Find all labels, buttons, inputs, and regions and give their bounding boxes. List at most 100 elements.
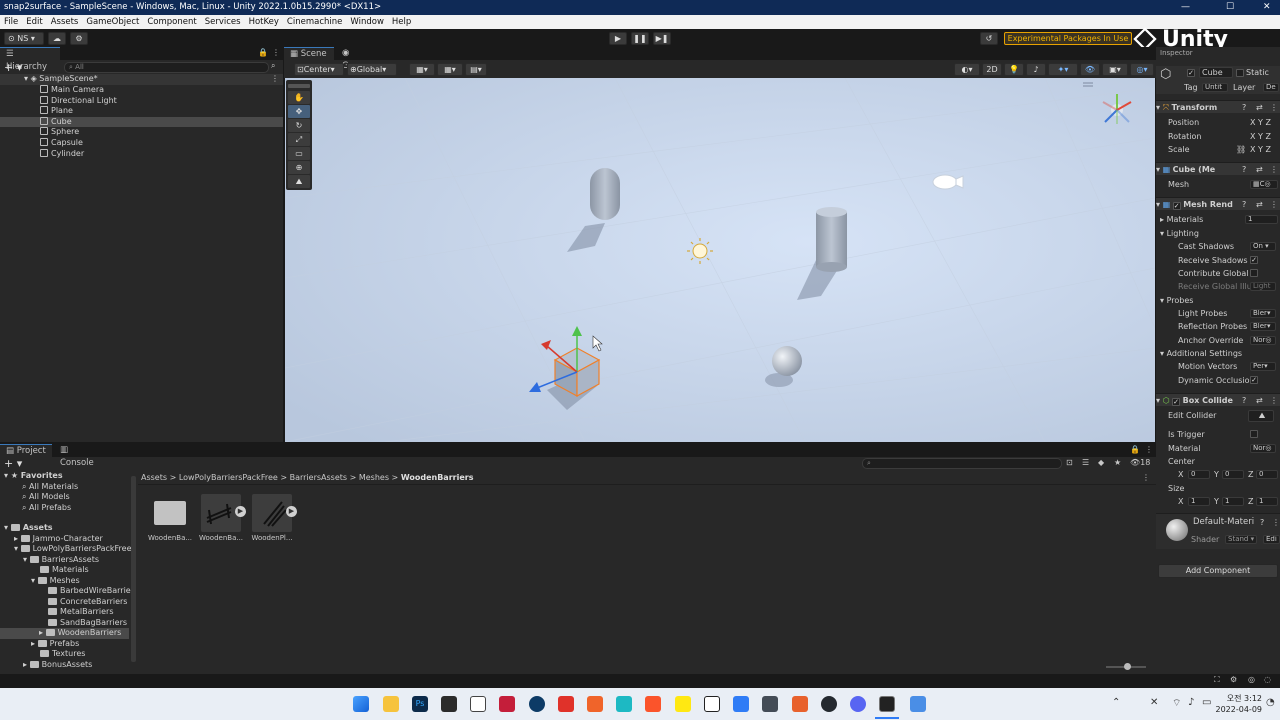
hand-tool-icon[interactable]: ✋ — [288, 91, 310, 104]
z-axis-label[interactable]: Z — [1265, 132, 1270, 141]
favorite-all-models[interactable]: ⌕ All Models — [22, 492, 70, 503]
notification-icon[interactable]: ◔ — [1266, 697, 1275, 708]
start-icon[interactable] — [353, 696, 369, 712]
tree-woodenbarriers[interactable]: ▸ WoodenBarriers — [0, 628, 129, 639]
active-checkbox[interactable]: ✓ — [1187, 69, 1195, 77]
tag-dropdown[interactable]: Untit — [1202, 83, 1228, 92]
wifi-icon[interactable]: ⌔ — [1172, 697, 1181, 710]
light-probes-dropdown[interactable]: Bler▾ — [1250, 309, 1276, 318]
hierarchy-item-plane[interactable]: Plane — [0, 106, 283, 117]
rotate-tool-icon[interactable]: ↻ — [288, 119, 310, 132]
visibility-toggle-icon[interactable]: 👁 — [1080, 63, 1100, 76]
tag-icon[interactable]: ◆ — [1098, 458, 1104, 467]
x-axis-label[interactable]: X — [1178, 497, 1183, 506]
more-options-icon[interactable]: ⋮ — [1142, 470, 1150, 485]
y-axis-label[interactable]: Y — [1214, 495, 1219, 508]
discord-icon[interactable] — [850, 696, 866, 712]
mesh-field[interactable]: ▦C◎ — [1250, 180, 1278, 189]
breadcrumb-item[interactable]: BarriersAssets — [290, 473, 347, 482]
physic-material-field[interactable]: Nor◎ — [1250, 444, 1276, 453]
mesh-filter-header[interactable]: ▾ ▦ Cube (Me ? ⇄ ⋮ — [1156, 162, 1280, 175]
asset-mesh-item[interactable]: ▶ WoodenBa... — [199, 492, 246, 546]
static-checkbox[interactable] — [1236, 69, 1244, 77]
materials-count-field[interactable]: 1 — [1245, 215, 1278, 224]
close-button[interactable]: ✕ — [1263, 0, 1271, 15]
scale-tool-icon[interactable]: ⤢ — [288, 133, 310, 146]
mesh-renderer-header[interactable]: ▾ ▦ ✓ Mesh Rend ? ⇄ ⋮ — [1156, 197, 1280, 210]
transform-header[interactable]: ▾ ⤧ Transform ? ⇄ ⋮ — [1156, 100, 1280, 113]
scene-render[interactable] — [285, 78, 1155, 442]
preset-icon[interactable]: ⇄ — [1256, 163, 1263, 176]
lighting-toggle-icon[interactable]: 💡 — [1004, 63, 1024, 76]
grid-visibility-button[interactable]: ▦▾ — [437, 63, 463, 76]
component-menu-icon[interactable]: ⋮ — [1270, 394, 1278, 407]
size-x-field[interactable]: 1 — [1188, 497, 1210, 506]
file-explorer-icon[interactable] — [383, 696, 399, 712]
size-y-field[interactable]: 1 — [1222, 497, 1244, 506]
tree-metalbarriers[interactable]: MetalBarriers — [48, 607, 114, 618]
history-icon[interactable]: ↺ — [980, 32, 998, 45]
kakaotalk-icon[interactable] — [675, 696, 691, 712]
asset-mesh-item[interactable]: ▶ WoodenPl... — [250, 492, 297, 546]
step-button[interactable]: ▶❚ — [653, 32, 671, 45]
component-menu-icon[interactable]: ⋮ — [1270, 198, 1278, 211]
custom-tool-icon[interactable]: ⛰ — [288, 175, 310, 188]
pause-button[interactable]: ❚❚ — [631, 32, 649, 45]
assets-root[interactable]: ▾ Assets — [4, 523, 53, 534]
chevron-up-icon[interactable]: ⌃ — [1112, 697, 1120, 708]
edit-shader-button[interactable]: Edi — [1263, 535, 1280, 544]
breadcrumb-item[interactable]: LowPolyBarriersPackFree — [179, 473, 278, 482]
app-icon[interactable] — [616, 696, 632, 712]
browser-icon[interactable] — [529, 696, 545, 712]
github-icon[interactable] — [821, 696, 837, 712]
menu-hotkey[interactable]: HotKey — [245, 15, 283, 29]
2d-toggle[interactable]: 2D — [982, 63, 1002, 76]
scene-root-item[interactable]: ▾ ◈ SampleScene* ⋮ — [0, 74, 283, 85]
more-options-icon[interactable]: ⋮ — [1145, 445, 1153, 454]
davinci-resolve-icon[interactable] — [441, 696, 457, 712]
menu-help[interactable]: Help — [388, 15, 415, 29]
menu-gameobject[interactable]: GameObject — [82, 15, 143, 29]
anchor-override-field[interactable]: Nor◎ — [1250, 336, 1276, 345]
expand-asset-icon[interactable]: ▶ — [235, 506, 246, 517]
maximize-button[interactable]: ☐ — [1226, 0, 1234, 15]
minimize-button[interactable]: — — [1181, 0, 1190, 15]
reflection-probes-dropdown[interactable]: Bler▾ — [1250, 322, 1276, 331]
box-collider-header[interactable]: ▾ ⬡ ✓ Box Collide ? ⇄ ⋮ — [1156, 393, 1280, 406]
receive-shadows-checkbox[interactable]: ✓ — [1250, 256, 1258, 264]
draw-mode-button[interactable]: ◐▾ — [954, 63, 980, 76]
audio-toggle-icon[interactable]: ♪ — [1026, 63, 1046, 76]
contribute-gi-checkbox[interactable] — [1250, 269, 1258, 277]
notion-icon[interactable] — [704, 696, 720, 712]
lighting-foldout[interactable]: ▾ Lighting — [1156, 227, 1280, 240]
z-axis-label[interactable]: Z — [1248, 495, 1253, 508]
center-y-field[interactable]: 0 — [1222, 470, 1244, 479]
enabled-checkbox[interactable]: ✓ — [1172, 202, 1181, 210]
layer-dropdown[interactable]: De — [1263, 83, 1279, 92]
dynamic-occlusion-checkbox[interactable]: ✓ — [1250, 376, 1258, 384]
tree-concretebarriers[interactable]: ConcreteBarriers — [48, 597, 127, 608]
pivot-dropdown[interactable]: ⊡Center▾ — [294, 63, 344, 76]
debug-icon[interactable]: ⚙ — [1230, 675, 1237, 684]
x-axis-label[interactable]: X — [1178, 470, 1183, 479]
hierarchy-item-cylinder[interactable]: Cylinder — [0, 148, 283, 160]
collab-icon[interactable]: ⚙ — [70, 32, 88, 45]
scene-options-icon[interactable]: ⋮ — [271, 74, 279, 85]
tree-barriersassets[interactable]: ▾ BarriersAssets — [23, 555, 99, 566]
menu-component[interactable]: Component — [143, 15, 200, 29]
help-icon[interactable]: ? — [1242, 394, 1246, 407]
menu-edit[interactable]: Edit — [22, 15, 46, 29]
inspector-tab[interactable]: Inspector — [1160, 49, 1193, 57]
tab-project[interactable]: ▤ Project — [0, 444, 52, 457]
help-icon[interactable]: ? — [1242, 198, 1246, 211]
add-object-button[interactable]: + ▾ — [4, 61, 22, 74]
tree-meshes[interactable]: ▾ Meshes — [31, 576, 80, 587]
component-menu-icon[interactable]: ⋮ — [1270, 163, 1278, 176]
breadcrumb-item[interactable]: Meshes — [359, 473, 389, 482]
app-icon[interactable] — [792, 696, 808, 712]
tab-hierarchy[interactable]: ☰ Hierarchy — [0, 47, 60, 72]
hierarchy-item-sphere[interactable]: Sphere — [0, 127, 283, 138]
progress-icon[interactable]: ◎ — [1248, 675, 1255, 684]
tree-prefabs[interactable]: ▸ Prefabs — [31, 639, 79, 650]
lock-icon[interactable]: 🔒 — [1130, 445, 1140, 454]
